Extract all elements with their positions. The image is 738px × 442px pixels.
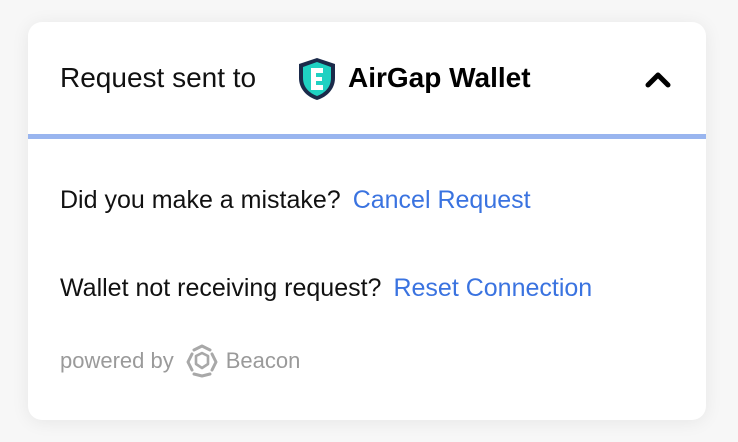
card-header: Request sent to AirGap Wallet [28,22,706,134]
reset-connection-link[interactable]: Reset Connection [393,274,592,302]
collapse-toggle-button[interactable] [640,64,676,94]
beacon-brand-name: Beacon [225,348,301,373]
airgap-shield-icon [299,58,335,100]
chevron-up-icon [645,72,671,88]
mistake-row: Did you make a mistake? Cancel Request [60,184,531,216]
mistake-text: Did you make a mistake? [60,186,341,214]
powered-by-label: powered by [60,348,174,373]
beacon-icon [186,344,218,378]
wallet-name: AirGap Wallet [348,62,531,93]
not-receiving-text: Wallet not receiving request? [60,274,382,302]
request-sent-label: Request sent to [60,62,257,93]
cancel-request-link[interactable]: Cancel Request [353,186,531,214]
header-divider [28,134,706,139]
powered-by-footer: powered by Beacon [60,344,300,378]
not-receiving-row: Wallet not receiving request? Reset Conne… [60,272,592,304]
request-card: Request sent to AirGap Wallet Did you ma… [28,22,706,420]
